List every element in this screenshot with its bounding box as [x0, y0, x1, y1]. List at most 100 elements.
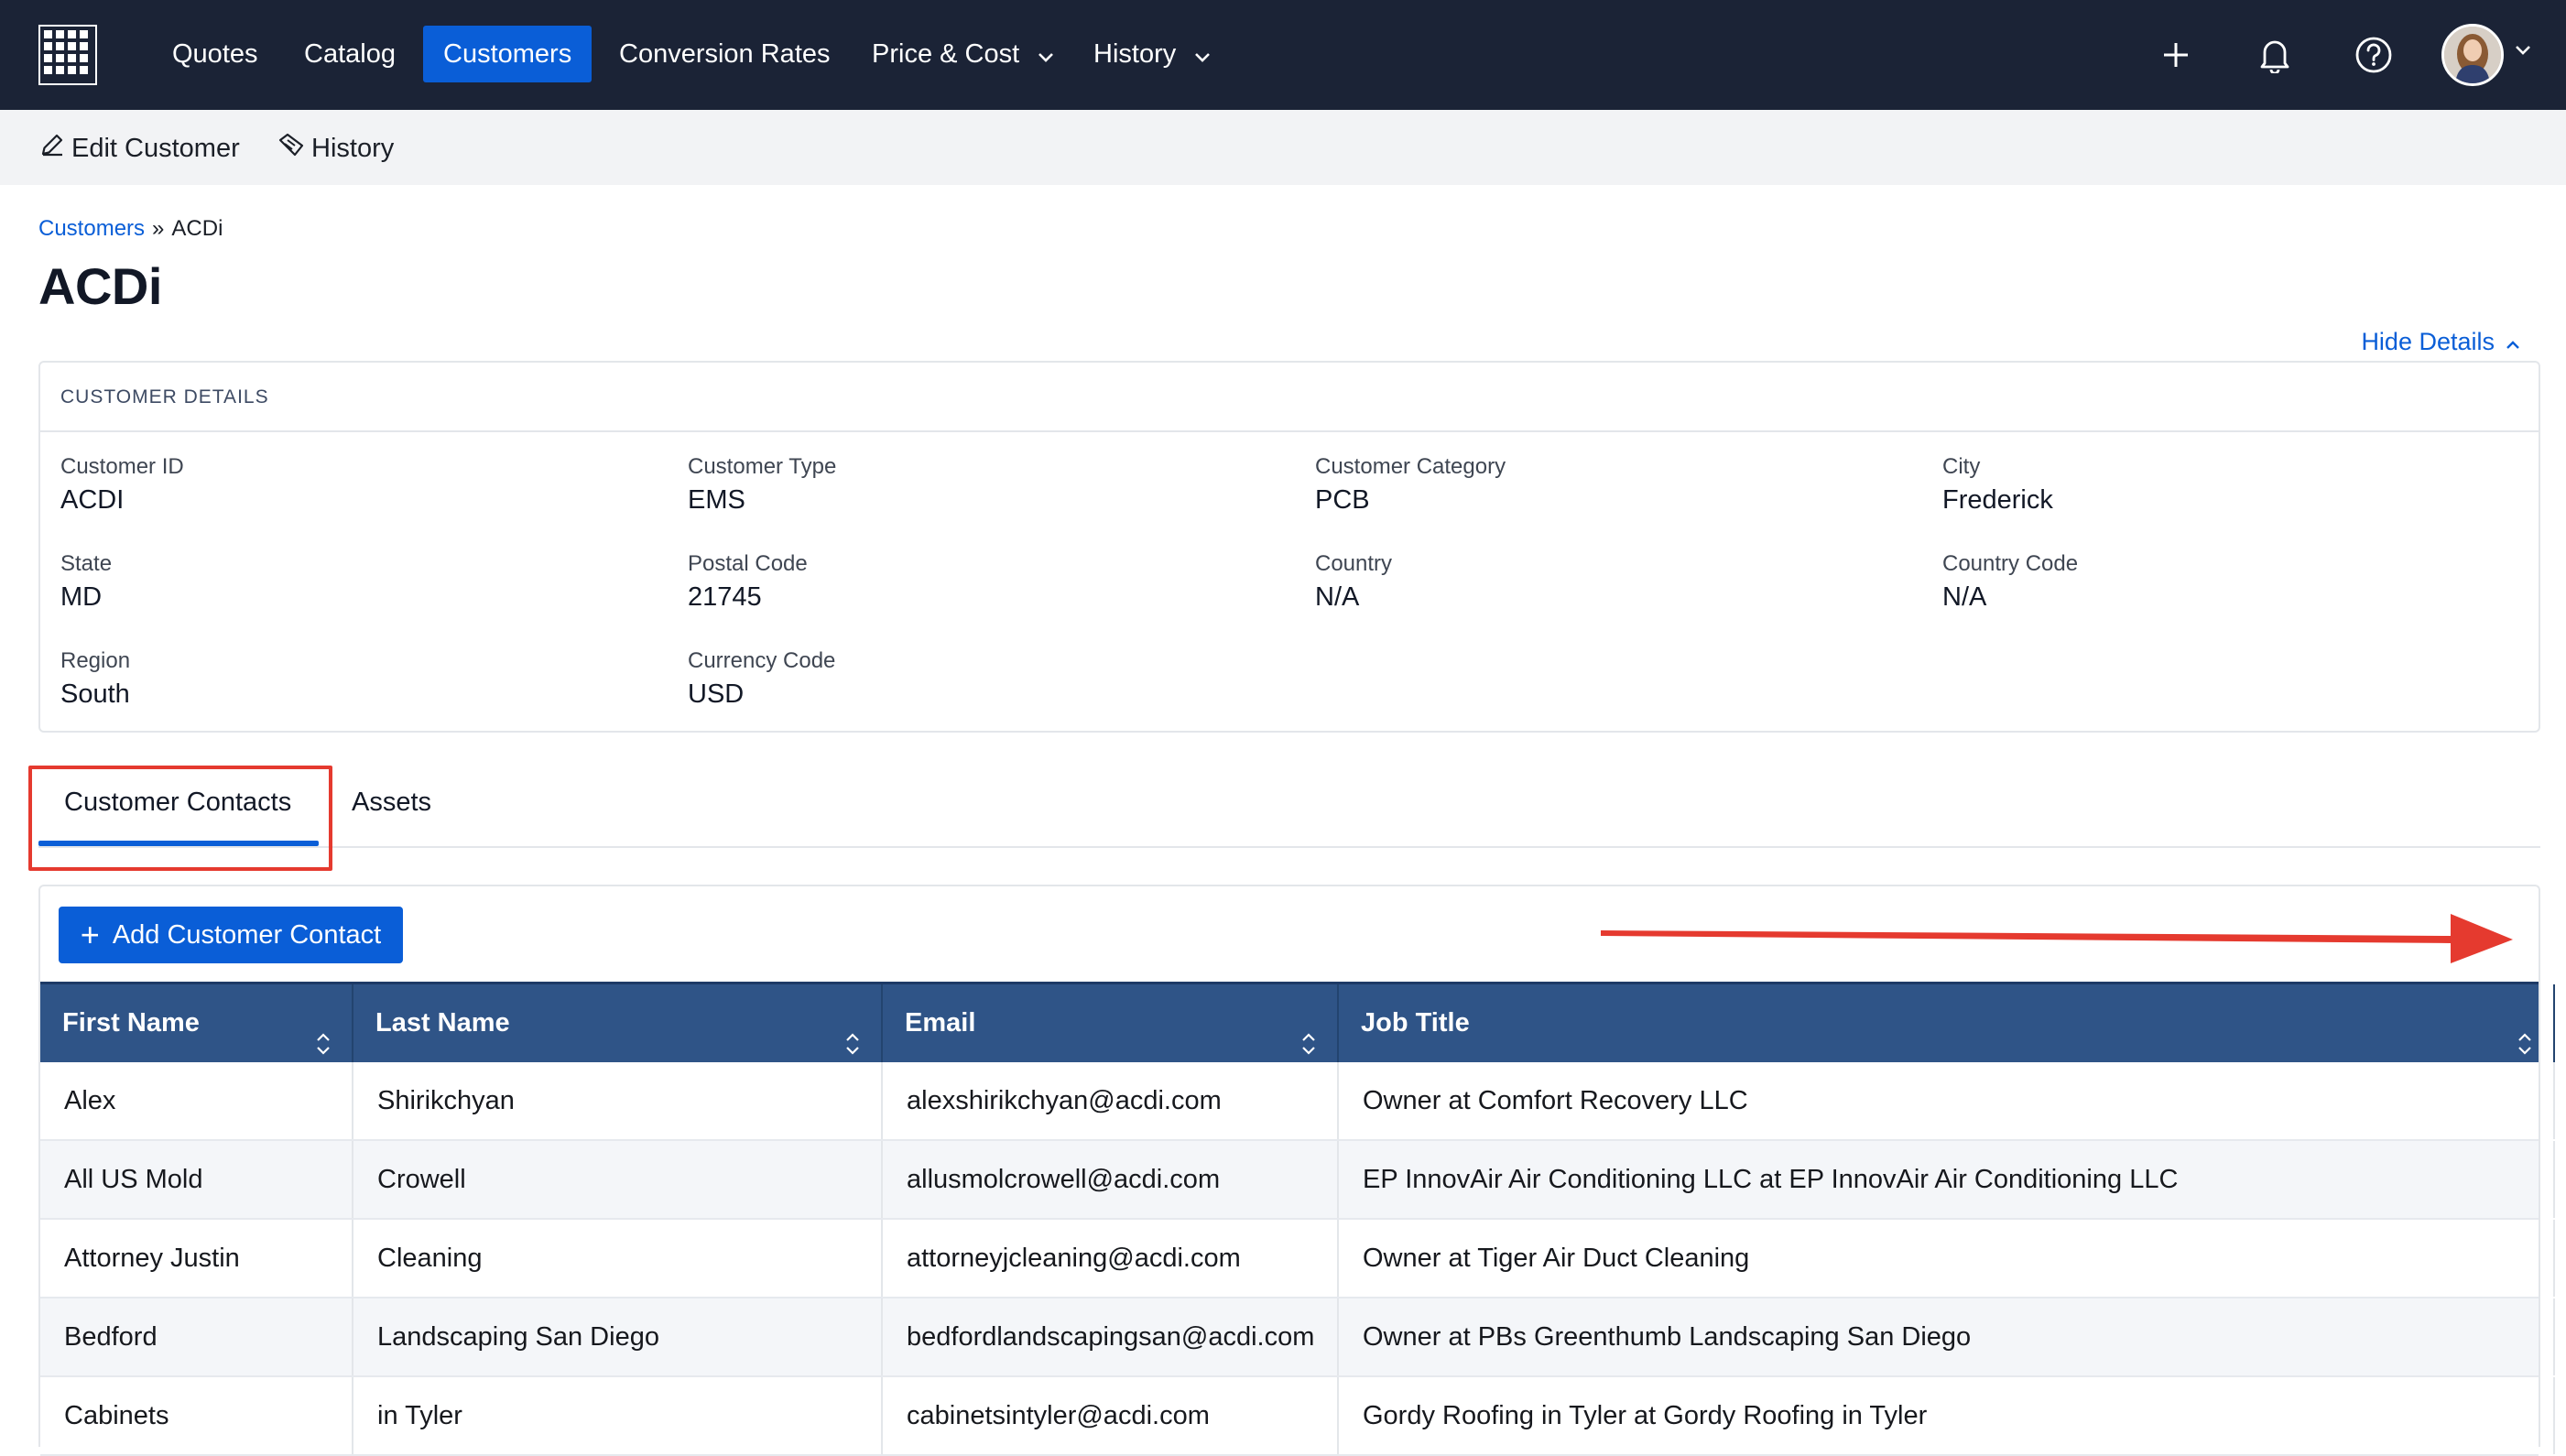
cell-first-name: Attorney Justin: [40, 1220, 353, 1297]
table-row[interactable]: All US Mold Crowell allusmolcrowell@acdi…: [40, 1141, 2555, 1220]
breadcrumb-current: ACDi: [171, 216, 223, 241]
field-label: Country: [1315, 551, 1393, 576]
cell-first-name: Cabinets: [40, 1377, 353, 1454]
nav-conversion-rates[interactable]: Conversion Rates: [599, 26, 851, 82]
cell-email: bedfordlandscapingsan@acdi.com: [883, 1298, 1339, 1375]
field-state: State MD: [60, 549, 112, 615]
table-row[interactable]: Alex Shirikchyan alexshirikchyan@acdi.co…: [40, 1062, 2555, 1141]
cell-email: attorneyjcleaning@acdi.com: [883, 1220, 1339, 1297]
chevron-down-icon[interactable]: [2515, 44, 2531, 60]
history-icon: [277, 131, 311, 166]
column-header-job-title[interactable]: Job Title: [1339, 984, 2555, 1062]
customer-details-header: CUSTOMER DETAILS: [40, 363, 2539, 432]
field-value: PCB: [1315, 485, 1370, 515]
breadcrumb-separator: »: [152, 216, 165, 241]
field-value: South: [60, 679, 130, 709]
field-label: Postal Code: [688, 551, 808, 576]
field-customer-id: Customer ID ACDI: [60, 452, 184, 518]
field-currency-code: Currency Code USD: [688, 647, 835, 712]
plus-icon[interactable]: [2150, 29, 2202, 81]
cell-job-title: Owner at Tiger Air Duct Cleaning: [1339, 1220, 2555, 1297]
cell-job-title: EP InnovAir Air Conditioning LLC at EP I…: [1339, 1141, 2555, 1218]
history-label: History: [311, 133, 395, 163]
avatar[interactable]: [2441, 24, 2504, 86]
field-value: N/A: [1315, 582, 1360, 612]
chevron-down-icon: [1194, 27, 1211, 83]
column-header-email[interactable]: Email: [883, 984, 1339, 1062]
cell-first-name: All US Mold: [40, 1141, 353, 1218]
field-label: Country Code: [1942, 551, 2079, 576]
field-label: State: [60, 551, 113, 576]
nav-customers[interactable]: Customers: [423, 26, 593, 82]
cell-first-name: Alex: [40, 1062, 353, 1139]
cell-first-name: Bedford: [40, 1298, 353, 1375]
field-label: Customer ID: [60, 454, 184, 479]
contacts-table: First Name Last Name Email Job Title Ale…: [40, 982, 2555, 1456]
edit-customer-label: Edit Customer: [71, 133, 240, 163]
field-value: USD: [688, 679, 745, 709]
nav-conversion-rates-label: Conversion Rates: [619, 39, 831, 69]
field-label: City: [1942, 454, 1981, 479]
bell-icon[interactable]: [2249, 29, 2300, 81]
plus-icon: +: [80, 916, 100, 953]
nav-quotes[interactable]: Quotes: [152, 26, 278, 82]
column-header-label: Job Title: [1361, 1008, 1470, 1038]
column-header-label: Email: [905, 1008, 976, 1038]
field-value: N/A: [1942, 582, 1987, 612]
field-value: EMS: [688, 485, 745, 515]
nav-history-label: History: [1093, 39, 1177, 69]
cell-last-name: Cleaning: [353, 1220, 883, 1297]
nav-catalog-label: Catalog: [304, 39, 396, 69]
table-row[interactable]: Cabinets in Tyler cabinetsintyler@acdi.c…: [40, 1377, 2555, 1456]
edit-customer-button[interactable]: Edit Customer: [38, 130, 240, 167]
hide-details-toggle[interactable]: Hide Details: [2361, 328, 2520, 356]
field-country: Country N/A: [1315, 549, 1392, 615]
top-navigation-bar: Quotes Catalog Customers Conversion Rate…: [0, 0, 2566, 110]
annotation-arrow-icon: [1601, 908, 2513, 972]
nav-customers-label: Customers: [443, 39, 572, 69]
add-customer-contact-button[interactable]: + Add Customer Contact: [59, 907, 403, 963]
column-header-last-name[interactable]: Last Name: [353, 984, 883, 1062]
tab-assets[interactable]: Assets: [352, 788, 431, 818]
nav-catalog[interactable]: Catalog: [284, 26, 416, 82]
cell-job-title: Owner at PBs Greenthumb Landscaping San …: [1339, 1298, 2555, 1375]
column-header-label: Last Name: [375, 1008, 510, 1038]
tabs-divider: [38, 846, 2540, 848]
field-customer-type: Customer Type EMS: [688, 452, 836, 518]
pencil-icon: [38, 131, 71, 166]
column-header-label: First Name: [62, 1008, 200, 1038]
add-customer-contact-label: Add Customer Contact: [112, 919, 382, 950]
chevron-up-icon: [2495, 328, 2520, 356]
cell-job-title: Owner at Comfort Recovery LLC: [1339, 1062, 2555, 1139]
table-header: First Name Last Name Email Job Title: [40, 982, 2555, 1062]
field-value: Frederick: [1942, 485, 2053, 515]
nav-quotes-label: Quotes: [172, 39, 258, 69]
field-label: Customer Type: [688, 454, 837, 479]
grid-logo-icon[interactable]: [38, 25, 97, 85]
cell-email: alexshirikchyan@acdi.com: [883, 1062, 1339, 1139]
history-button[interactable]: History: [277, 130, 394, 167]
nav-price-cost[interactable]: Price & Cost: [852, 26, 1074, 82]
field-customer-category: Customer Category PCB: [1315, 452, 1506, 518]
field-country-code: Country Code N/A: [1942, 549, 2078, 615]
cell-email: allusmolcrowell@acdi.com: [883, 1141, 1339, 1218]
table-row[interactable]: Attorney Justin Cleaning attorneyjcleani…: [40, 1220, 2555, 1298]
cell-last-name: in Tyler: [353, 1377, 883, 1454]
column-header-first-name[interactable]: First Name: [40, 984, 353, 1062]
field-city: City Frederick: [1942, 452, 2053, 518]
breadcrumb-customers-link[interactable]: Customers: [38, 216, 145, 241]
cell-job-title: Gordy Roofing in Tyler at Gordy Roofing …: [1339, 1377, 2555, 1454]
cell-last-name: Crowell: [353, 1141, 883, 1218]
help-icon[interactable]: [2348, 29, 2399, 81]
nav-history[interactable]: History: [1073, 26, 1231, 82]
customer-toolbar: Edit Customer History: [0, 110, 2566, 185]
customer-details-card: CUSTOMER DETAILS Customer ID ACDI Custom…: [38, 361, 2540, 733]
cell-email: cabinetsintyler@acdi.com: [883, 1377, 1339, 1454]
cell-last-name: Landscaping San Diego: [353, 1298, 883, 1375]
page-title: ACDi: [38, 257, 162, 315]
hide-details-label: Hide Details: [2361, 328, 2495, 355]
annotation-highlight-box: [28, 766, 332, 871]
table-row[interactable]: Bedford Landscaping San Diego bedfordlan…: [40, 1298, 2555, 1377]
field-label: Currency Code: [688, 648, 836, 673]
field-region: Region South: [60, 647, 130, 712]
